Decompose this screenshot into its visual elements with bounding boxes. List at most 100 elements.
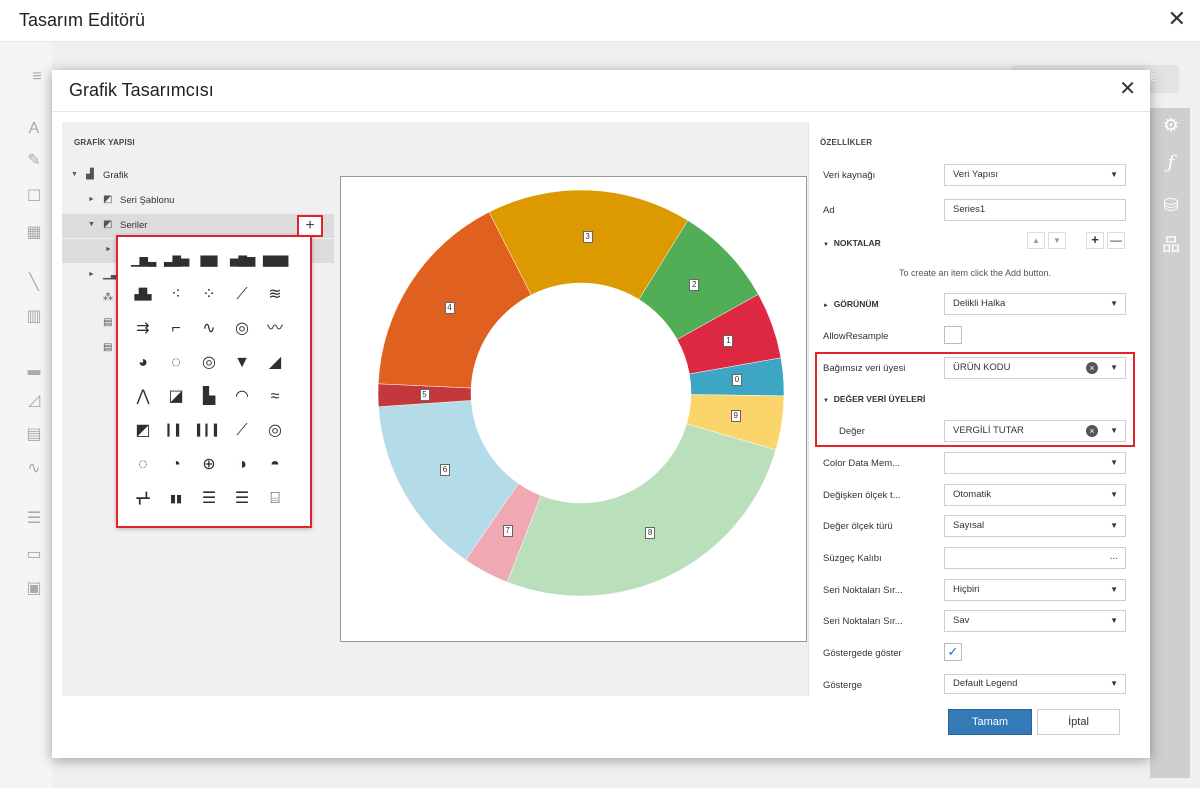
step-line-icon[interactable]: ⌐ <box>164 317 188 341</box>
chart-structure-panel: GRAFİK YAPISI ▼ ▟ Grafik ► ◩ Seri Şablon… <box>62 122 334 696</box>
full-stacked-bar-icon[interactable]: ▇▇ <box>197 249 221 273</box>
editor-close-icon[interactable]: ✕ <box>1168 8 1186 30</box>
value-scale-type-select[interactable]: Sayısal ▼ <box>944 515 1126 537</box>
chevron-down-icon: ▼ <box>1110 363 1118 372</box>
value-label: Değer <box>839 426 865 437</box>
chart-preview-area: 0 9 8 7 6 5 4 3 2 1 <box>334 122 808 696</box>
argument-member-select[interactable]: ÜRÜN KODU × ▼ <box>944 357 1126 379</box>
expand-down-icon[interactable]: ▼ <box>71 171 78 178</box>
ok-button[interactable]: Tamam <box>948 709 1032 735</box>
tree-item-chart[interactable]: ▼ ▟ Grafik <box>62 164 334 188</box>
bubble-icon[interactable]: ⁘ <box>197 283 221 307</box>
side-by-side-gantt-icon[interactable]: ☰ <box>230 487 254 511</box>
legend-label: Gösterge <box>823 680 863 691</box>
stock-icon[interactable]: ┳┻ <box>131 487 155 511</box>
filter-template-input[interactable]: ... <box>944 547 1126 569</box>
slice-label: 9 <box>730 410 741 423</box>
tree-item-series-template[interactable]: ► ◩ Seri Şablonu <box>62 189 334 213</box>
name-input[interactable]: Series1 <box>944 199 1126 221</box>
color-data-member-select[interactable]: ▼ <box>944 452 1126 474</box>
clear-icon[interactable]: × <box>1086 425 1098 437</box>
side-by-side-full-stacked-bar-icon[interactable]: ▇▇▇ <box>263 249 288 273</box>
polar-point-icon[interactable]: ⊕ <box>197 453 221 477</box>
legend-node-icon: ▤ <box>103 317 113 328</box>
full-stacked-spline-area-icon[interactable]: ◩ <box>131 419 155 443</box>
value-members-section-label[interactable]: ▼ DEĞER VERİ ÜYELERİ <box>823 394 925 404</box>
spline-icon[interactable]: ∿ <box>197 317 221 341</box>
stacked-line-icon[interactable]: ≋ <box>263 283 287 307</box>
range-line-icon[interactable]: ⟋ <box>230 419 254 443</box>
editor-toolbox: ≡ A ✎ ☐ ▦ ╲ ▥ ▂ ◿ ▤ ∿ ☰ ▭ ▣ <box>0 42 52 788</box>
step-area-icon[interactable]: ▙ <box>197 385 221 409</box>
radar-area-icon[interactable]: ◔ <box>164 453 188 477</box>
polar-area-icon[interactable]: ◓ <box>263 453 287 477</box>
candle-stick-icon[interactable]: ▮▮ <box>164 487 188 511</box>
stacked-spline-area-icon[interactable]: ≈ <box>263 385 287 409</box>
expand-right-icon[interactable]: ► <box>88 196 95 203</box>
line-icon[interactable]: ⟋ <box>230 283 254 307</box>
slice-label: 4 <box>444 302 455 315</box>
slice-label: 6 <box>439 464 450 477</box>
legend-select[interactable]: Default Legend ▼ <box>944 674 1126 694</box>
properties-panel: ÖZELLİKLER Veri kaynağı Veri Yapısı ▼ Ad… <box>808 122 1140 696</box>
view-select[interactable]: Delikli Halka ▼ <box>944 293 1126 315</box>
value-select[interactable]: VERGİLİ TUTAR × ▼ <box>944 420 1126 442</box>
expand-right-icon[interactable]: ► <box>88 271 95 278</box>
spiral-icon[interactable]: ◎ <box>230 317 254 341</box>
points-section-label[interactable]: ▼ NOKTALAR <box>823 238 881 248</box>
add-series-button[interactable]: + <box>297 215 323 237</box>
properties-title: ÖZELLİKLER <box>820 138 873 147</box>
cancel-button[interactable]: İptal <box>1037 709 1120 735</box>
slice-label: 3 <box>582 230 593 243</box>
chart-canvas: 0 9 8 7 6 5 4 3 2 1 <box>340 176 807 642</box>
side-by-side-range-bar-icon[interactable]: ▍▎▍ <box>197 419 222 443</box>
polar-line-icon[interactable]: ◑ <box>230 453 254 477</box>
argument-scale-type-select[interactable]: Otomatik ▼ <box>944 484 1126 506</box>
dialog-close-icon[interactable]: ✕ <box>1119 79 1136 99</box>
view-section-label[interactable]: ► GÖRÜNÜM <box>823 299 879 309</box>
data-source-label: Veri kaynağı <box>823 170 876 181</box>
gantt-icon[interactable]: ☰ <box>197 487 221 511</box>
chevron-down-icon: ▼ <box>1110 426 1118 435</box>
doughnut-icon[interactable]: ◌ <box>164 351 188 375</box>
allow-resample-checkbox[interactable] <box>944 326 962 344</box>
slice-label: 0 <box>731 374 742 387</box>
scatter-line-icon[interactable]: 〰 <box>263 317 287 341</box>
add-point-button[interactable]: + <box>1086 232 1104 249</box>
box-plot-icon[interactable]: ⌸ <box>263 487 287 511</box>
expand-down-icon[interactable]: ▼ <box>88 221 95 228</box>
spline-area-icon[interactable]: ◠ <box>230 385 254 409</box>
remove-point-button[interactable]: — <box>1107 232 1125 249</box>
argument-member-label: Bağımsız veri üyesi <box>823 363 906 374</box>
point-sort-select[interactable]: Hiçbiri ▼ <box>944 579 1126 601</box>
chart-node-icon: ▟ <box>86 169 94 180</box>
chevron-down-icon: ▼ <box>1110 299 1118 308</box>
radar-point-icon[interactable]: ◎ <box>263 419 287 443</box>
funnel-icon[interactable]: ▼ <box>230 351 254 375</box>
area-icon[interactable]: ◢ <box>263 351 287 375</box>
range-bar-icon[interactable]: ▎▍ <box>164 419 188 443</box>
doughnut-chart <box>377 189 785 597</box>
data-source-select[interactable]: Veri Yapısı ▼ <box>944 164 1126 186</box>
stacked-bar-icon[interactable]: ▃▇▅ <box>164 249 189 273</box>
report-tree-icon: 品 <box>1162 235 1180 255</box>
move-down-button[interactable]: ▼ <box>1048 232 1066 249</box>
full-stacked-line-icon[interactable]: ⇉ <box>131 317 155 341</box>
clear-icon[interactable]: × <box>1086 362 1098 374</box>
barcode-icon: ▥ <box>26 308 42 325</box>
stacked-area-icon[interactable]: ⋀ <box>131 385 155 409</box>
point-icon[interactable]: ⁖ <box>164 283 188 307</box>
side-by-side-stacked-bar-icon[interactable]: ▅▇▆ <box>230 249 255 273</box>
nested-doughnut-icon[interactable]: ◎ <box>197 351 221 375</box>
expand-right-icon[interactable]: ► <box>105 246 112 253</box>
bar-chart-icon[interactable]: ▁▆▃ <box>131 249 156 273</box>
pie-icon[interactable]: ◕ <box>131 351 155 375</box>
move-up-button[interactable]: ▲ <box>1027 232 1045 249</box>
titles-node-icon: ▤ <box>103 342 113 353</box>
point-sort-key-select[interactable]: Sav ▼ <box>944 610 1126 632</box>
radar-line-icon[interactable]: ◌ <box>131 453 155 477</box>
show-in-legend-checkbox[interactable]: ✓ <box>944 643 962 661</box>
step-bar-icon[interactable]: ▟▙ <box>131 283 155 307</box>
ellipsis-icon[interactable]: ... <box>1110 547 1118 567</box>
full-stacked-area-icon[interactable]: ◪ <box>164 385 188 409</box>
